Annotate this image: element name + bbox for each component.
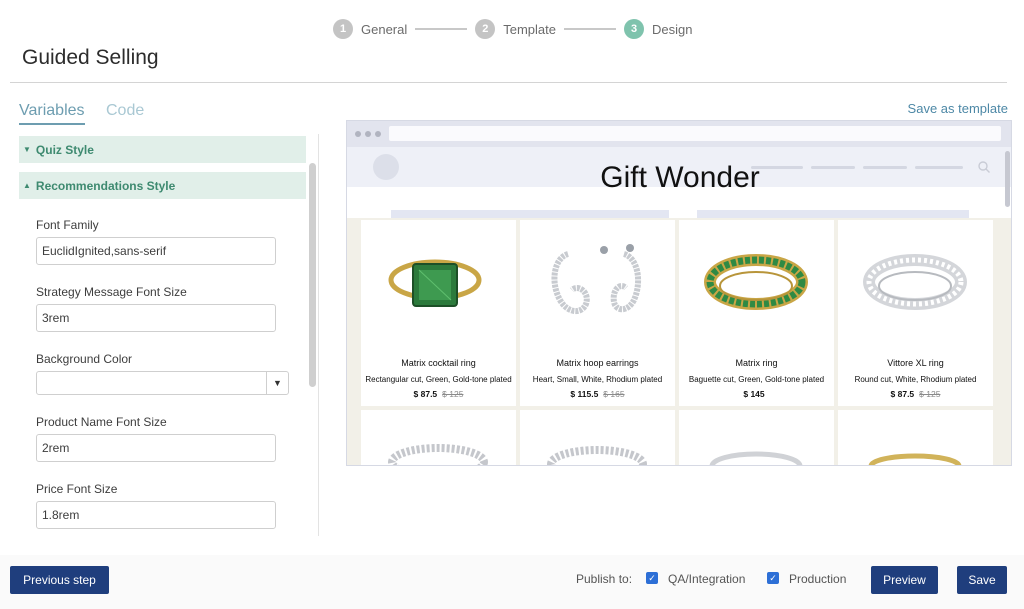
tab-code[interactable]: Code (106, 102, 144, 120)
strategy-bar (391, 210, 669, 218)
section-quiz-style[interactable]: ▼ Quiz Style (19, 136, 306, 163)
price-current: $ 87.5 (890, 389, 915, 399)
product-name-font-size-label: Product Name Font Size (36, 415, 167, 429)
panel-scrollbar[interactable] (309, 163, 316, 537)
stepper: 1 General 2 Template 3 Design (333, 19, 692, 39)
product-name: Matrix ring (735, 358, 778, 368)
product-name: Matrix cocktail ring (401, 358, 476, 368)
price-current: $ 87.5 (413, 389, 438, 399)
crystal-ring-icon (838, 220, 993, 348)
step-design[interactable]: 3 Design (624, 19, 692, 39)
price-old: $ 125 (442, 389, 464, 399)
product-card[interactable] (520, 410, 675, 465)
preview-scrollbar-thumb[interactable] (1005, 151, 1010, 207)
product-description: Baguette cut, Green, Gold-tone plated (688, 375, 825, 384)
product-price: $ 145 (679, 389, 834, 399)
product-card[interactable]: Matrix ring Baguette cut, Green, Gold-to… (679, 220, 834, 406)
qa-integration-checkbox[interactable]: ✓ (646, 572, 658, 584)
silver-ring-icon (547, 446, 647, 465)
section-label: Recommendations Style (35, 178, 176, 193)
step-label: Template (503, 21, 556, 37)
silver-ring-icon (709, 451, 803, 465)
product-description: Rectangular cut, Green, Gold-tone plated (365, 375, 512, 384)
strategy-bar (697, 210, 969, 218)
page-title: Guided Selling (22, 46, 159, 69)
price-old: $ 165 (603, 389, 625, 399)
background-color-label: Background Color (36, 352, 133, 366)
product-name: Matrix hoop earrings (556, 358, 639, 368)
step-label: General (361, 21, 408, 37)
section-label: Quiz Style (35, 142, 94, 157)
chevron-down-icon[interactable]: ▼ (266, 372, 288, 394)
step-number: 3 (624, 19, 644, 39)
step-number: 2 (475, 19, 496, 39)
store-title: Gift Wonder (600, 161, 760, 194)
price-current: $ 115.5 (570, 389, 599, 399)
step-label: Design (652, 21, 693, 37)
product-description: Heart, Small, White, Rhodium plated (532, 375, 663, 384)
product-card[interactable]: Matrix cocktail ring Rectangular cut, Gr… (361, 220, 516, 406)
green-cocktail-ring-icon (361, 220, 516, 348)
url-bar (389, 126, 1001, 141)
price-font-size-label: Price Font Size (36, 482, 118, 496)
price-old: $ 125 (919, 389, 941, 399)
window-dot-icon (365, 131, 371, 137)
product-card[interactable] (361, 410, 516, 465)
green-eternity-ring-icon (679, 220, 834, 348)
design-preview: Gift Wonder Matrix cocktail ring Rectang… (346, 120, 1012, 466)
product-name-font-size-input[interactable]: 2rem (36, 434, 276, 462)
window-dot-icon (355, 131, 361, 137)
product-name: Vittore XL ring (887, 358, 944, 368)
panel-scrollbar-thumb[interactable] (309, 163, 316, 387)
caret-up-icon: ▲ (23, 181, 31, 190)
product-card[interactable]: Matrix hoop earrings Heart, Small, White… (520, 220, 675, 406)
strategy-message-font-size-input[interactable]: 3rem (36, 304, 276, 332)
strategy-message-font-size-label: Strategy Message Font Size (36, 285, 187, 299)
publish-to-label: Publish to: (576, 572, 633, 586)
step-general[interactable]: 1 General (333, 19, 407, 39)
qa-integration-label: QA/Integration (668, 572, 746, 586)
production-label: Production (789, 572, 847, 586)
product-card[interactable]: Vittore XL ring Round cut, White, Rhodiu… (838, 220, 993, 406)
step-connector (415, 28, 468, 30)
price-font-size-input[interactable]: 1.8rem (36, 501, 276, 529)
step-connector (564, 28, 616, 30)
hoop-earrings-icon (520, 220, 675, 348)
product-card[interactable] (838, 410, 993, 465)
production-checkbox[interactable]: ✓ (767, 572, 779, 584)
caret-down-icon: ▼ (23, 145, 31, 154)
font-family-label: Font Family (36, 218, 99, 232)
tab-variables[interactable]: Variables (19, 102, 85, 125)
variables-panel: ▼ Quiz Style ▲ Recommendations Style Fon… (19, 131, 319, 537)
background-color-select[interactable]: ▼ (36, 371, 289, 395)
window-dot-icon (375, 131, 381, 137)
save-as-template-link[interactable]: Save as template (908, 101, 1008, 116)
divider (10, 82, 1007, 83)
font-family-input[interactable]: EuclidIgnited,sans-serif (36, 237, 276, 265)
price-current: $ 145 (743, 389, 765, 399)
browser-toolbar (347, 121, 1011, 147)
product-description: Round cut, White, Rhodium plated (854, 375, 977, 384)
product-grid: Matrix cocktail ring Rectangular cut, Gr… (347, 218, 1011, 465)
gold-ring-icon (868, 453, 962, 465)
product-price: $ 87.5 $ 125 (838, 389, 993, 399)
product-price: $ 115.5 $ 165 (520, 389, 675, 399)
step-number: 1 (333, 19, 353, 39)
product-price: $ 87.5 $ 125 (361, 389, 516, 399)
product-card[interactable] (679, 410, 834, 465)
panel-divider (318, 134, 319, 536)
step-template[interactable]: 2 Template (475, 19, 556, 39)
save-button[interactable]: Save (957, 566, 1007, 594)
previous-step-button[interactable]: Previous step (10, 566, 109, 594)
preview-button[interactable]: Preview (871, 566, 938, 594)
silver-ring-icon (388, 444, 488, 465)
section-recommendations-style[interactable]: ▲ Recommendations Style (19, 172, 306, 199)
